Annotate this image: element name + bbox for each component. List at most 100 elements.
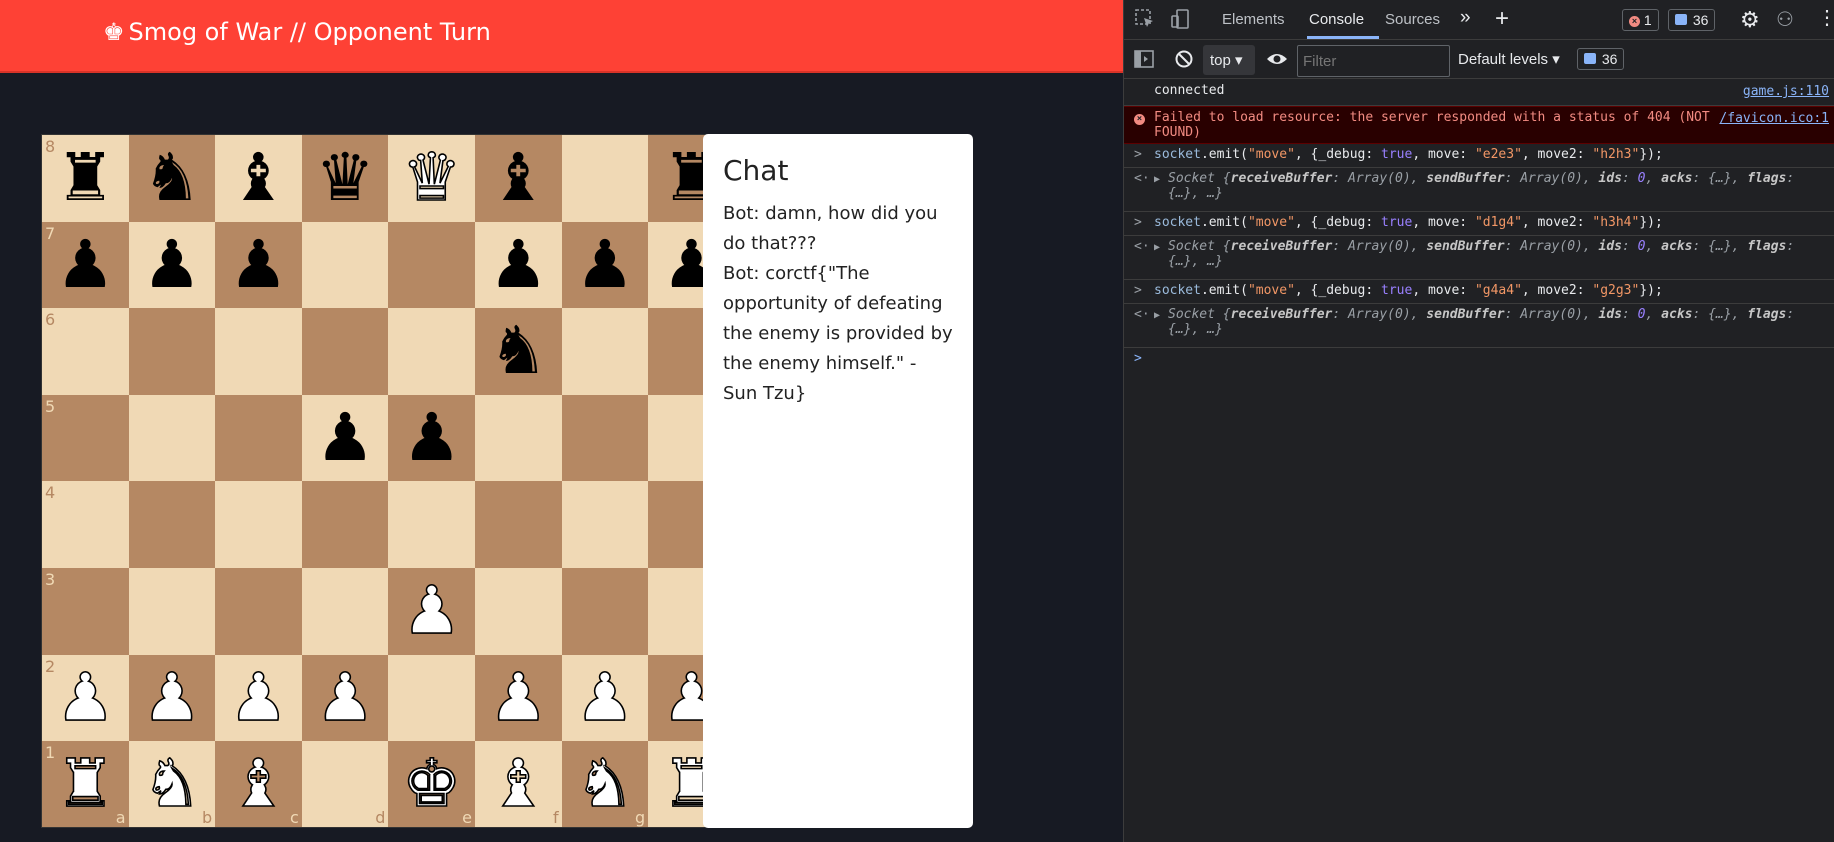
board-square[interactable] bbox=[215, 394, 302, 482]
board-square[interactable]: c ♝ bbox=[215, 741, 302, 827]
tab-elements[interactable]: Elements bbox=[1222, 11, 1285, 28]
console-result-row[interactable]: <· ▶ Socket {receiveBuffer: Array(0), sen… bbox=[1124, 236, 1834, 280]
black-pawn-icon[interactable]: ♟ bbox=[215, 222, 302, 309]
customize-icon[interactable]: ⚇ bbox=[1776, 7, 1794, 32]
white-pawn-icon[interactable]: ♟ bbox=[129, 655, 216, 742]
console-input[interactable]: > bbox=[1124, 348, 1834, 376]
board-square[interactable]: ♟ bbox=[301, 394, 389, 482]
board-square[interactable]: ♟ bbox=[128, 654, 216, 742]
board-square[interactable] bbox=[301, 481, 389, 568]
black-pawn-icon[interactable]: ♟ bbox=[475, 222, 562, 309]
board-square[interactable] bbox=[301, 568, 389, 655]
board-square[interactable]: ♞ bbox=[128, 135, 216, 222]
black-pawn-icon[interactable]: ♟ bbox=[388, 395, 475, 482]
board-square[interactable] bbox=[128, 394, 216, 482]
live-expression-eye-icon[interactable] bbox=[1266, 49, 1288, 75]
context-select[interactable]: top ▾ bbox=[1203, 45, 1255, 75]
board-square[interactable]: ♝ bbox=[475, 135, 562, 222]
board-square[interactable] bbox=[475, 481, 562, 568]
black-pawn-icon[interactable]: ♟ bbox=[302, 395, 389, 482]
sidebar-toggle-icon[interactable] bbox=[1134, 50, 1154, 74]
board-square[interactable] bbox=[128, 308, 216, 395]
board-square[interactable] bbox=[128, 481, 216, 568]
board-square[interactable]: 8 ♜ bbox=[42, 135, 129, 222]
chess-board[interactable]: 8 ♜ ♞ ♝ ♛ ♛ ♝ ♜ 7 ♟ ♟ ♟ ♟ ♟ ♟ 6 ♞ 5 ♟ ♟ 4 3 ♟ 2 ♟ ♟ ♟ ♟ ♟ ♟ ♟ 1 a ♜ b ♞ c ♝ d e… bbox=[41, 134, 741, 828]
board-square[interactable]: ♟ bbox=[561, 221, 649, 309]
board-square[interactable] bbox=[561, 135, 649, 222]
board-square[interactable] bbox=[388, 221, 475, 309]
settings-gear-icon[interactable]: ⚙ bbox=[1740, 7, 1760, 33]
board-square[interactable]: ♟ bbox=[475, 654, 562, 742]
clear-console-icon[interactable] bbox=[1174, 49, 1194, 75]
white-pawn-icon[interactable]: ♟ bbox=[475, 655, 562, 742]
source-link[interactable]: game.js:110 bbox=[1738, 84, 1829, 99]
board-square[interactable]: 7 ♟ bbox=[42, 221, 129, 309]
board-square[interactable] bbox=[301, 308, 389, 395]
white-king-icon[interactable]: ♚ bbox=[388, 741, 475, 827]
board-square[interactable] bbox=[388, 654, 475, 742]
black-knight-icon[interactable]: ♞ bbox=[129, 135, 216, 222]
device-toolbar-icon[interactable] bbox=[1170, 8, 1192, 36]
board-square[interactable]: ♛ bbox=[388, 135, 475, 222]
filter-input[interactable] bbox=[1297, 45, 1450, 77]
tab-console[interactable]: Console bbox=[1309, 11, 1364, 28]
white-pawn-icon[interactable]: ♟ bbox=[215, 655, 302, 742]
board-square[interactable]: ♛ bbox=[301, 135, 389, 222]
black-pawn-icon[interactable]: ♟ bbox=[42, 222, 129, 309]
board-square[interactable]: e ♚ bbox=[388, 741, 475, 827]
board-square[interactable] bbox=[475, 394, 562, 482]
black-bishop-icon[interactable]: ♝ bbox=[475, 135, 562, 222]
board-square[interactable]: d bbox=[301, 741, 389, 827]
add-tab-icon[interactable]: + bbox=[1495, 5, 1509, 33]
more-options-icon[interactable]: ⋮ bbox=[1817, 5, 1834, 30]
source-link[interactable]: /favicon.ico:1 bbox=[1715, 111, 1829, 126]
black-rook-icon[interactable]: ♜ bbox=[42, 135, 129, 222]
board-square[interactable]: ♞ bbox=[475, 308, 562, 395]
board-square[interactable]: ♟ bbox=[561, 654, 649, 742]
board-square[interactable] bbox=[388, 481, 475, 568]
more-tabs-icon[interactable]: » bbox=[1460, 7, 1471, 29]
board-square[interactable] bbox=[561, 308, 649, 395]
board-square[interactable] bbox=[561, 481, 649, 568]
black-pawn-icon[interactable]: ♟ bbox=[562, 222, 649, 309]
inspect-element-icon[interactable] bbox=[1134, 8, 1156, 36]
board-square[interactable] bbox=[215, 568, 302, 655]
board-square[interactable] bbox=[561, 568, 649, 655]
board-square[interactable]: ♟ bbox=[475, 221, 562, 309]
white-pawn-icon[interactable]: ♟ bbox=[562, 655, 649, 742]
black-pawn-icon[interactable]: ♟ bbox=[129, 222, 216, 309]
board-square[interactable]: 3 bbox=[42, 568, 129, 655]
white-bishop-icon[interactable]: ♝ bbox=[475, 741, 562, 827]
board-square[interactable]: ♟ bbox=[301, 654, 389, 742]
white-knight-icon[interactable]: ♞ bbox=[562, 741, 649, 827]
board-square[interactable]: 2 ♟ bbox=[42, 654, 129, 742]
white-pawn-icon[interactable]: ♟ bbox=[42, 655, 129, 742]
board-square[interactable]: 1 a ♜ bbox=[42, 741, 129, 827]
white-queen-icon[interactable]: ♛ bbox=[388, 135, 475, 222]
board-square[interactable]: ♟ bbox=[215, 221, 302, 309]
board-square[interactable]: 6 bbox=[42, 308, 129, 395]
board-square[interactable]: f ♝ bbox=[475, 741, 562, 827]
board-square[interactable]: ♟ bbox=[388, 568, 475, 655]
white-pawn-icon[interactable]: ♟ bbox=[302, 655, 389, 742]
board-square[interactable]: ♟ bbox=[128, 221, 216, 309]
board-square[interactable]: g ♞ bbox=[561, 741, 649, 827]
board-square[interactable]: ♟ bbox=[388, 394, 475, 482]
board-square[interactable] bbox=[301, 221, 389, 309]
board-square[interactable] bbox=[215, 308, 302, 395]
white-knight-icon[interactable]: ♞ bbox=[129, 741, 216, 827]
white-bishop-icon[interactable]: ♝ bbox=[215, 741, 302, 827]
error-count-badge[interactable]: × 1 bbox=[1622, 9, 1659, 31]
board-square[interactable] bbox=[475, 568, 562, 655]
message-count-badge[interactable]: 36 bbox=[1668, 9, 1716, 31]
board-square[interactable]: b ♞ bbox=[128, 741, 216, 827]
white-rook-icon[interactable]: ♜ bbox=[42, 741, 129, 827]
white-pawn-icon[interactable]: ♟ bbox=[388, 568, 475, 655]
black-bishop-icon[interactable]: ♝ bbox=[215, 135, 302, 222]
board-square[interactable] bbox=[128, 568, 216, 655]
board-square[interactable] bbox=[561, 394, 649, 482]
board-square[interactable]: ♟ bbox=[215, 654, 302, 742]
tab-sources[interactable]: Sources bbox=[1385, 11, 1440, 28]
board-square[interactable] bbox=[215, 481, 302, 568]
issues-count-badge[interactable]: 36 bbox=[1577, 48, 1625, 70]
